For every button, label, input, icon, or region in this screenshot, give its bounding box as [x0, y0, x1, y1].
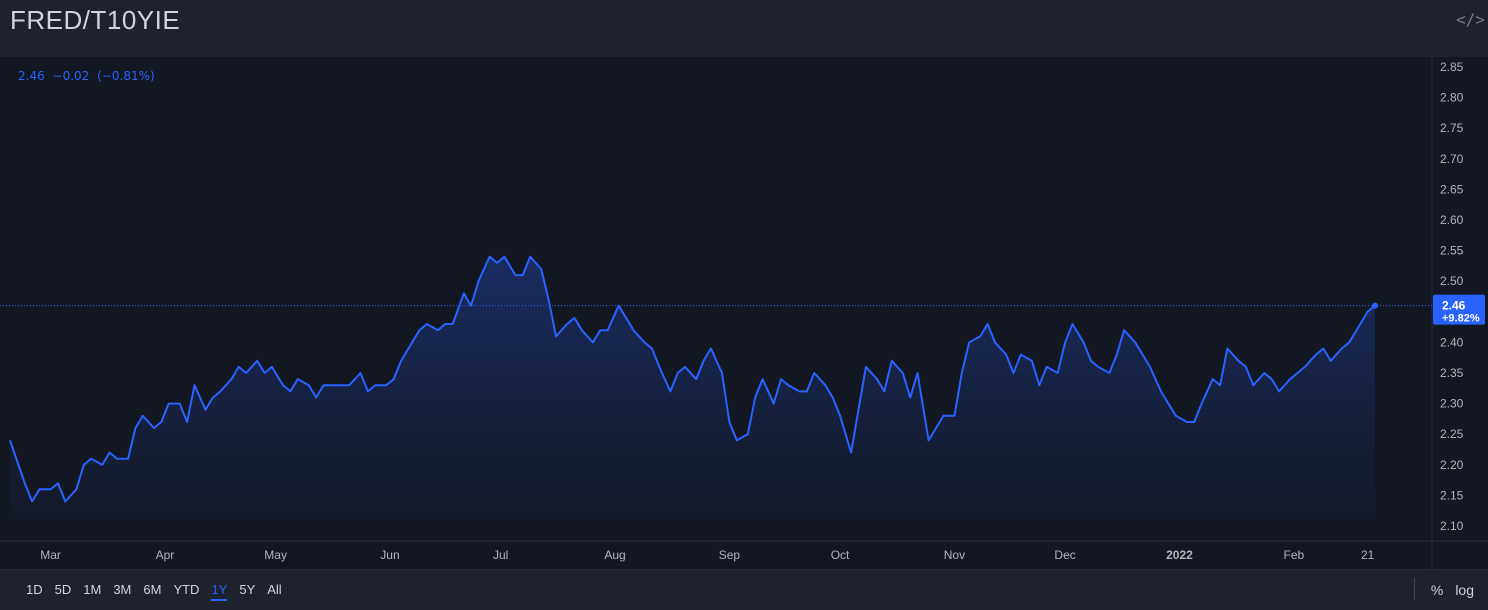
header: FRED/T10YIE </> — [0, 0, 1488, 57]
range-button-ytd[interactable]: YTD — [167, 580, 205, 601]
x-tick-label: 2022 — [1166, 548, 1193, 562]
range-button-5d[interactable]: 5D — [49, 580, 78, 601]
y-tick-label: 2.35 — [1440, 366, 1464, 380]
page-title: FRED/T10YIE — [10, 5, 181, 35]
percent-scale-button[interactable]: % — [1425, 580, 1449, 600]
range-button-6m[interactable]: 6M — [137, 580, 167, 601]
x-tick-label: Feb — [1283, 548, 1304, 562]
y-tick-label: 2.30 — [1440, 397, 1464, 411]
range-button-3m[interactable]: 3M — [107, 580, 137, 601]
y-tick-label: 2.85 — [1440, 60, 1464, 74]
x-tick-label: Dec — [1054, 548, 1075, 562]
x-tick-label: Mar — [40, 548, 61, 562]
y-tick-label: 2.40 — [1440, 335, 1464, 349]
scale-controls: % log — [1425, 580, 1480, 600]
log-scale-button[interactable]: log — [1449, 580, 1480, 600]
y-tick-label: 2.10 — [1440, 519, 1464, 533]
x-tick-label: Apr — [156, 548, 175, 562]
range-selector: 1D 5D 1M 3M 6M YTD 1Y 5Y All — [20, 580, 288, 601]
y-tick-label: 2.75 — [1440, 121, 1464, 135]
y-tick-label: 2.60 — [1440, 213, 1464, 227]
y-tick-label: 2.55 — [1440, 244, 1464, 258]
footer-toolbar: 1D 5D 1M 3M 6M YTD 1Y 5Y All % log — [0, 569, 1488, 610]
range-button-5y[interactable]: 5Y — [233, 580, 261, 601]
last-change-label: +9.82% — [1442, 313, 1480, 325]
range-button-1y[interactable]: 1Y — [205, 580, 233, 601]
x-tick-label: May — [264, 548, 287, 562]
last-value-label: 2.46 — [1442, 299, 1466, 313]
y-tick-label: 2.70 — [1440, 152, 1464, 166]
x-tick-label: 21 — [1361, 548, 1375, 562]
series-area — [10, 256, 1375, 519]
x-tick-label: Jul — [493, 548, 508, 562]
x-tick-label: Jun — [380, 548, 399, 562]
last-point-marker — [1372, 302, 1378, 309]
x-tick-label: Oct — [831, 548, 850, 562]
price-chart: 2.102.152.202.252.302.352.402.452.502.55… — [0, 57, 1488, 569]
range-button-1d[interactable]: 1D — [20, 580, 49, 601]
range-button-all[interactable]: All — [261, 580, 287, 601]
x-tick-label: Aug — [604, 548, 625, 562]
y-tick-label: 2.15 — [1440, 488, 1464, 502]
x-tick-label: Sep — [719, 548, 741, 562]
chart-area[interactable]: 2.46 −0.02 (−0.81%) 2.10 2.15 2.20 2.25 2.30… — [0, 57, 1488, 569]
y-tick-label: 2.80 — [1440, 91, 1464, 105]
x-tick-label: Nov — [944, 548, 965, 562]
last-value-badge: 2.46+9.82% — [1433, 294, 1485, 325]
code-embed-icon[interactable]: </> — [1456, 10, 1485, 30]
range-button-1m[interactable]: 1M — [77, 580, 107, 601]
y-tick-label: 2.25 — [1440, 427, 1464, 441]
footer-divider — [1414, 578, 1415, 600]
y-tick-label: 2.50 — [1440, 274, 1464, 288]
y-tick-label: 2.65 — [1440, 182, 1464, 196]
y-tick-label: 2.20 — [1440, 458, 1464, 472]
